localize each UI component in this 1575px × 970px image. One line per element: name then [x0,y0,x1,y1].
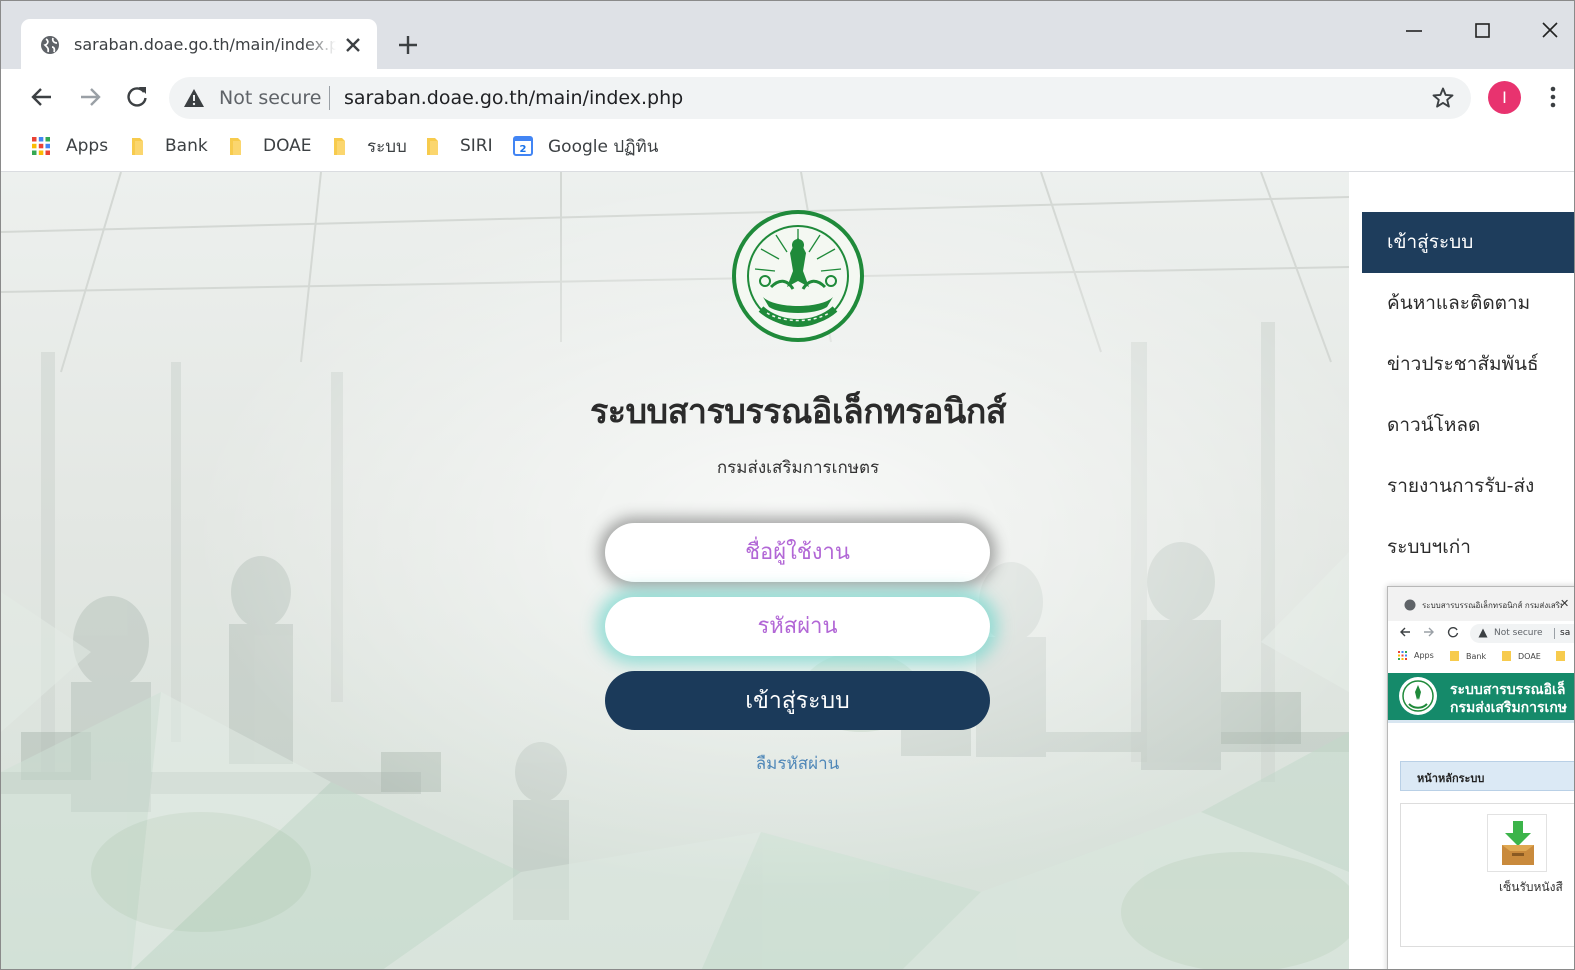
preview-site-header: ระบบสารบรรณอิเล็ กรมส่งเสริมการเกษ [1388,673,1574,720]
preview-toolbar: Not secure sa [1388,621,1574,647]
close-icon: ✕ [1560,597,1570,610]
browser-toolbar: Not secure saraban.doae.go.th/main/index… [1,69,1574,125]
minimize-icon[interactable] [1400,17,1428,45]
preview-tab-title: ระบบสารบรรณอิเล็กทรอนิกส์ กรมส่งเสริม [1422,601,1562,610]
bookmark-siri[interactable]: SIRI [425,134,493,158]
menu-item-old-system[interactable]: ระบบฯเก่า [1362,517,1574,578]
preview-url-text: sa [1560,628,1571,638]
folder-icon [427,138,438,155]
preview-divider [1388,720,1574,723]
window-close-icon[interactable] [1536,17,1564,45]
address-separator [1554,628,1555,639]
globe-icon [41,36,59,54]
tab-strip: saraban.doae.go.th/main/index.php [1,1,1574,71]
menu-item-search-track[interactable]: ค้นหาและติดตาม [1362,273,1574,334]
bookmark-label: Google ปฏิทิน [548,136,659,157]
folder-icon [132,138,143,155]
menu-item-login[interactable]: เข้าสู่ระบบ [1362,212,1574,273]
preview-bookmark-label: Apps [1414,651,1434,660]
folder-icon [1502,651,1511,661]
side-menu: เข้าสู่ระบบ ค้นหาและติดตาม ข่าวประชาสัมพ… [1362,212,1574,578]
warning-triangle-icon [1478,628,1488,638]
preview-tile-label: เซ็นรับหนังสื [1499,880,1563,894]
preview-bookmark-apps: Apps [1398,651,1434,660]
preview-home-bar: หน้าหลักระบบ [1400,761,1574,791]
preview-bookmark-bank: Bank [1450,651,1486,661]
preview-bookmark-label: DOAE [1518,651,1541,661]
globe-icon [1404,599,1416,611]
bookmark-star-icon[interactable] [1431,86,1455,110]
forward-arrow-icon[interactable] [76,83,104,111]
preview-tab-strip: ระบบสารบรรณอิเล็กทรอนิกส์ กรมส่งเสริม ✕ [1388,587,1574,621]
maximize-icon[interactable] [1468,17,1496,45]
preview-home-label: หน้าหลักระบบ [1417,772,1485,785]
inbox-download-icon [1502,821,1534,865]
browser-tab[interactable]: saraban.doae.go.th/main/index.php [21,19,377,71]
bookmarks-bar: Apps Bank DOAE ระบบ SIRI 2 Google ปฏิทิน [1,125,1574,172]
profile-avatar[interactable]: I [1488,81,1521,114]
bookmark-label: Bank [165,136,208,156]
browser-window: saraban.doae.go.th/main/index.php Not se… [0,0,1575,970]
doae-emblem-logo [1399,677,1437,715]
bookmark-bank[interactable]: Bank [130,134,208,158]
apps-grid-icon [1398,651,1407,660]
apps-grid-icon [32,137,50,155]
password-input[interactable] [605,597,990,656]
folder-icon [1556,651,1565,661]
google-calendar-icon: 2 [513,136,533,156]
folder-icon [230,138,241,155]
warning-triangle-icon [184,89,204,107]
preview-bookmark-label: Bank [1466,651,1487,661]
bookmark-label: ระบบ [367,136,407,157]
folder-icon [334,138,345,155]
forward-arrow-icon [1424,627,1434,637]
close-icon[interactable] [341,33,365,57]
bookmark-label: SIRI [460,136,493,156]
doae-emblem-logo [732,210,864,342]
bookmark-apps[interactable]: Apps [31,134,108,158]
back-arrow-icon [1400,627,1410,637]
security-status-label[interactable]: Not secure [219,87,322,109]
preview-bookmark-doae: DOAE [1502,651,1541,661]
preview-header-subtitle: กรมส่งเสริมการเกษ [1450,700,1568,716]
preview-bookmark-folder [1556,651,1572,661]
tab-title: saraban.doae.go.th/main/index.php [74,35,336,54]
page-subtitle: กรมส่งเสริมการเกษตร [716,458,880,478]
forgot-password-link[interactable]: ลืมรหัสผ่าน [605,750,990,777]
preview-panel: เซ็นรับหนังสื [1400,803,1574,947]
bookmark-doae[interactable]: DOAE [228,134,312,158]
preview-tile [1487,814,1547,872]
url-text[interactable]: saraban.doae.go.th/main/index.php [344,87,683,109]
preview-address-bar: Not secure sa [1470,624,1574,643]
login-button[interactable]: เข้าสู่ระบบ [605,671,990,730]
menu-item-download[interactable]: ดาวน์โหลด [1362,395,1574,456]
menu-item-send-receive-report[interactable]: รายงานการรับ-ส่ง [1362,456,1574,517]
bookmark-label: DOAE [263,136,312,156]
reload-icon[interactable] [123,83,151,111]
system-preview-card[interactable]: ระบบสารบรรณอิเล็กทรอนิกส์ กรมส่งเสริม ✕ … [1387,586,1574,969]
bookmark-google-calendar[interactable]: 2 Google ปฏิทิน [513,134,658,158]
bookmark-system[interactable]: ระบบ [332,134,407,158]
new-tab-plus-icon[interactable] [395,32,421,58]
page-title: ระบบสารบรรณอิเล็กทรอนิกส์ [589,392,1007,432]
back-arrow-icon[interactable] [28,83,56,111]
svg-text:2: 2 [520,144,527,155]
address-separator [329,86,330,110]
preview-bookmarks-bar: Apps Bank DOAE [1388,647,1574,669]
more-options-icon[interactable] [1541,83,1565,111]
reload-icon [1447,627,1459,638]
username-input[interactable] [605,523,990,582]
page-viewport: ระบบสารบรรณอิเล็กทรอนิกส์ กรมส่งเสริมการ… [1,172,1574,969]
folder-icon [1450,651,1459,661]
bookmark-label: Apps [66,136,109,156]
address-bar[interactable]: Not secure saraban.doae.go.th/main/index… [169,77,1471,119]
menu-item-news[interactable]: ข่าวประชาสัมพันธ์ [1362,334,1574,395]
preview-security-label: Not secure [1494,628,1543,638]
